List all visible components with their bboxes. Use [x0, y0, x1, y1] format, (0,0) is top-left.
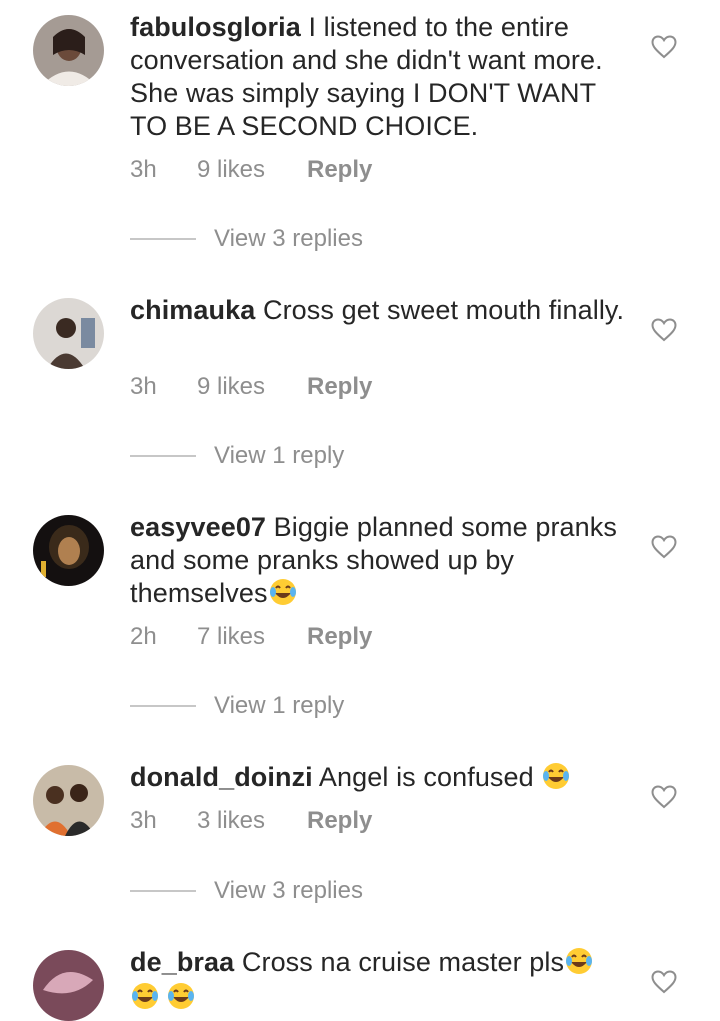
comment-likes[interactable]: 9 likes: [197, 373, 307, 401]
view-replies-label: View 1 reply: [214, 692, 345, 719]
comment-time: 3h: [130, 373, 157, 400]
view-replies-label: View 1 reply: [214, 442, 345, 469]
reply-button[interactable]: Reply: [307, 373, 372, 401]
emoji-row: [130, 981, 196, 1011]
face-with-tears-of-joy-icon: [130, 981, 160, 1011]
comment-username[interactable]: donald_doinzi: [130, 762, 313, 792]
view-replies-button[interactable]: View 1 reply: [130, 692, 344, 720]
reply-button[interactable]: Reply: [307, 807, 372, 835]
replies-divider: [130, 705, 196, 707]
reply-button[interactable]: Reply: [307, 623, 372, 651]
like-heart-icon[interactable]: [651, 35, 677, 59]
comment-time: 3h: [130, 807, 157, 834]
comment-likes[interactable]: 9 likes: [197, 156, 307, 184]
reply-button[interactable]: Reply: [307, 156, 372, 184]
comment-username[interactable]: de_braa: [130, 947, 234, 977]
face-with-tears-of-joy-icon: [564, 946, 594, 976]
view-replies-label: View 3 replies: [214, 225, 363, 252]
comment-time: 2h: [130, 623, 157, 650]
face-with-tears-of-joy-icon: [166, 981, 196, 1011]
like-heart-icon[interactable]: [651, 318, 677, 342]
like-heart-icon[interactable]: [651, 970, 677, 994]
like-heart-icon[interactable]: [651, 785, 677, 809]
avatar[interactable]: [33, 765, 104, 836]
comment-likes[interactable]: 7 likes: [197, 623, 307, 651]
comment-username[interactable]: easyvee07: [130, 512, 266, 542]
replies-divider: [130, 238, 196, 240]
replies-divider: [130, 455, 196, 457]
view-replies-button[interactable]: View 1 reply: [130, 442, 344, 470]
comment-username[interactable]: chimauka: [130, 295, 255, 325]
comment-time: 3h: [130, 156, 157, 183]
avatar[interactable]: [33, 515, 104, 586]
view-replies-button[interactable]: View 3 replies: [130, 877, 363, 905]
avatar[interactable]: [33, 950, 104, 1021]
avatar[interactable]: [33, 15, 104, 86]
like-heart-icon[interactable]: [651, 535, 677, 559]
face-with-tears-of-joy-icon: [268, 577, 298, 607]
replies-divider: [130, 890, 196, 892]
view-replies-label: View 3 replies: [214, 877, 363, 904]
face-with-tears-of-joy-icon: [541, 761, 571, 791]
comment-text: Cross get sweet mouth finally.: [262, 295, 625, 325]
avatar[interactable]: [33, 298, 104, 369]
comment-text: Angel is confused: [318, 762, 542, 792]
comment-likes[interactable]: 3 likes: [197, 807, 307, 835]
comment-username[interactable]: fabulosgloria: [130, 12, 301, 42]
comment-text: Cross na cruise master pls: [241, 947, 565, 977]
view-replies-button[interactable]: View 3 replies: [130, 225, 363, 253]
